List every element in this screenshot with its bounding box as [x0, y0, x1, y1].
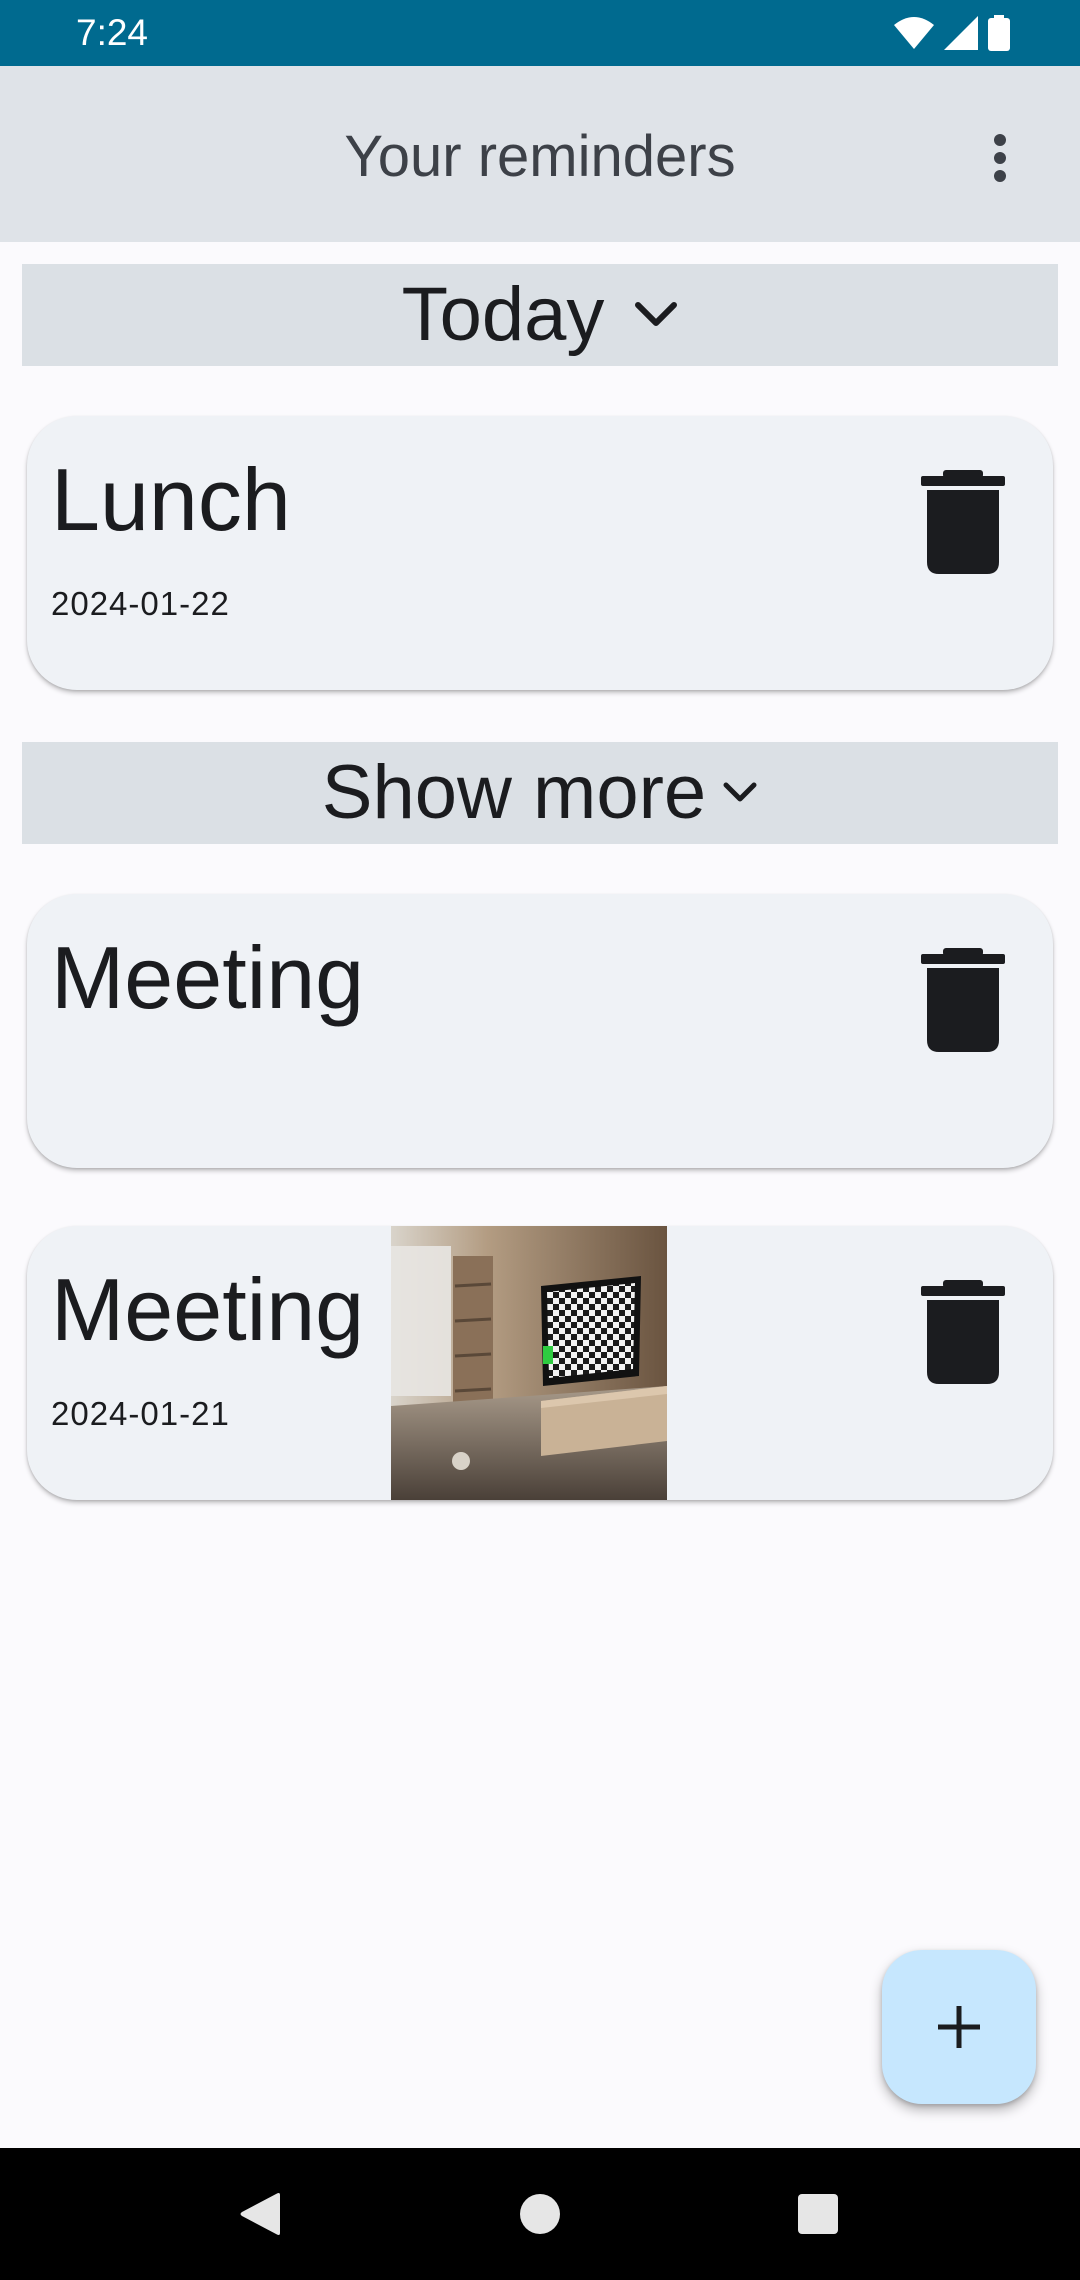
delete-icon: [921, 948, 1005, 1052]
section-header-today[interactable]: Today: [22, 264, 1058, 366]
delete-button[interactable]: [913, 940, 1013, 1060]
plus-icon: [938, 2006, 980, 2048]
reminder-card[interactable]: Meeting 2024-01-21: [27, 1226, 1053, 1500]
delete-button[interactable]: [913, 462, 1013, 582]
delete-button[interactable]: [913, 1272, 1013, 1392]
back-button[interactable]: [200, 2148, 320, 2280]
battery-icon: [988, 15, 1010, 51]
navigation-bar: [0, 2148, 1080, 2280]
reminder-date: 2024-01-22: [51, 585, 230, 622]
status-time: 7:24: [76, 12, 149, 53]
reminder-card[interactable]: Lunch 2024-01-22: [27, 416, 1053, 690]
section-header-label: Today: [401, 272, 605, 357]
overflow-menu-button[interactable]: [960, 118, 1040, 198]
chevron-down-icon: [722, 781, 758, 805]
reminder-title: Meeting: [51, 928, 365, 1027]
section-header-show-more[interactable]: Show more: [22, 742, 1058, 844]
back-icon: [240, 2193, 280, 2235]
home-icon: [520, 2194, 560, 2234]
delete-icon: [921, 1280, 1005, 1384]
page-title: Your reminders: [344, 124, 736, 189]
reminder-image[interactable]: [391, 1226, 667, 1500]
signal-icon: [944, 16, 978, 50]
status-bar: 7:24: [0, 0, 1080, 66]
home-button[interactable]: [480, 2148, 600, 2280]
recents-button[interactable]: [758, 2148, 878, 2280]
wifi-icon: [894, 17, 934, 49]
chevron-down-icon: [634, 301, 678, 329]
reminder-title: Lunch: [51, 450, 291, 549]
delete-icon: [921, 470, 1005, 574]
more-vert-icon: [994, 134, 1006, 182]
reminder-title: Meeting: [51, 1260, 365, 1359]
add-reminder-button[interactable]: [882, 1950, 1036, 2104]
section-header-label: Show more: [321, 750, 707, 835]
reminder-date: 2024-01-21: [51, 1395, 230, 1432]
status-icons: [894, 14, 1010, 52]
recents-icon: [798, 2194, 838, 2234]
app-bar: Your reminders: [0, 66, 1080, 242]
reminder-card[interactable]: Meeting: [27, 894, 1053, 1168]
